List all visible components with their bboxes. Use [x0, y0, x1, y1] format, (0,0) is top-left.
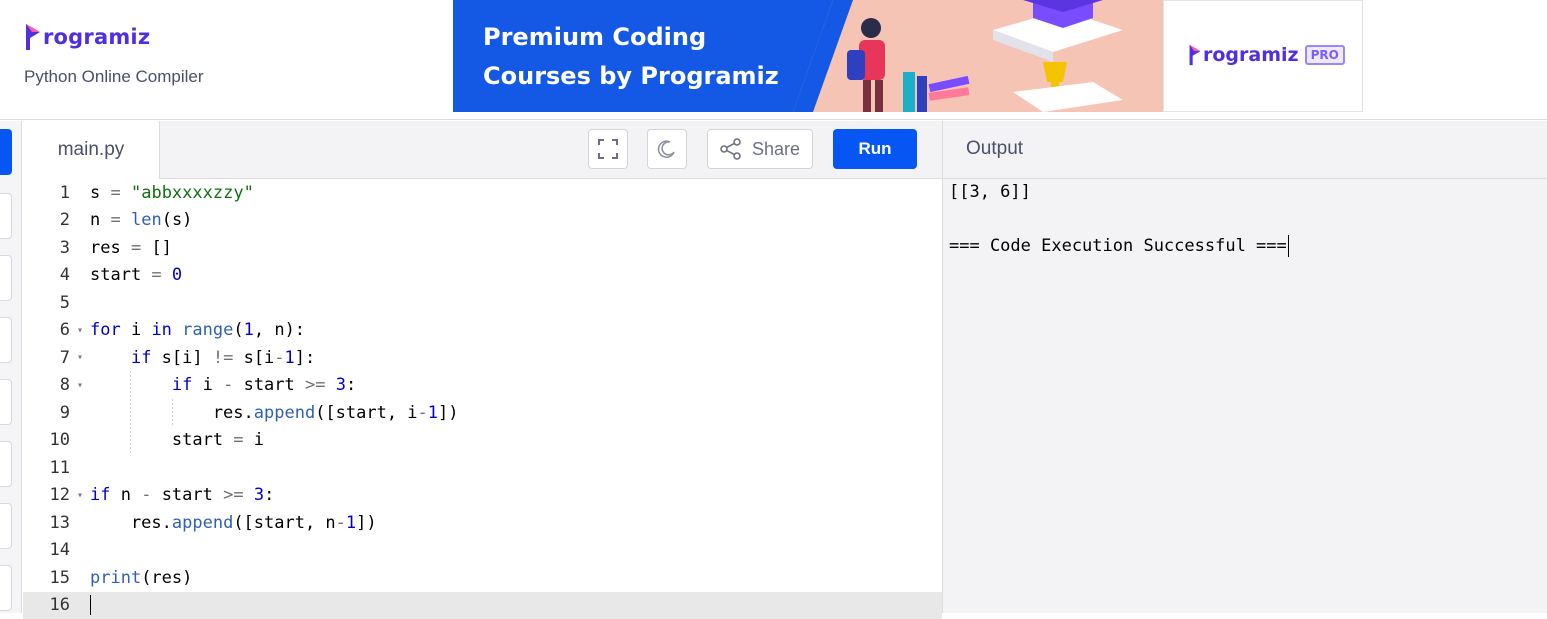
- code-text: res.append([start, i-1]): [90, 403, 459, 423]
- banner-pro-area: rogramiz PRO: [1163, 0, 1363, 112]
- line-number: 6: [23, 320, 70, 340]
- code-line: 11: [23, 454, 942, 482]
- line-number: 5: [23, 293, 70, 313]
- sidebar-item[interactable]: [0, 255, 12, 301]
- programiz-logo-icon: [24, 22, 42, 52]
- programiz-pro-logo: rogramiz PRO: [1188, 43, 1345, 67]
- header: rogramiz Python Online Compiler Premium …: [0, 0, 1547, 120]
- code-text: start = 0: [90, 265, 182, 285]
- code-text: n = len(s): [90, 210, 192, 230]
- line-number: 11: [23, 458, 70, 478]
- code-text: if s[i] != s[i-1]:: [90, 348, 315, 368]
- fullscreen-icon: [597, 138, 619, 160]
- fold-arrow-icon[interactable]: ▾: [70, 380, 90, 391]
- moon-icon: [657, 139, 677, 159]
- share-button[interactable]: Share: [707, 129, 813, 169]
- code-line: 10 start = i: [23, 427, 942, 455]
- indent-guide: [130, 371, 131, 454]
- code-line: 13 res.append([start, n-1]): [23, 509, 942, 537]
- line-number: 1: [23, 183, 70, 203]
- code-line: 14: [23, 537, 942, 565]
- text-cursor: [90, 595, 91, 615]
- output-cursor: [1288, 235, 1289, 257]
- page-subtitle: Python Online Compiler: [24, 67, 204, 87]
- code-text: print(res): [90, 568, 192, 588]
- code-line: 3 res = []: [23, 234, 942, 262]
- banner-text-area: Premium Coding Courses by Programiz: [453, 0, 833, 112]
- code-line: 9 res.append([start, i-1]): [23, 399, 942, 427]
- line-number: 14: [23, 540, 70, 560]
- line-number: 3: [23, 238, 70, 258]
- code-text: if n - start >= 3:: [90, 485, 274, 505]
- banner-line-2: Courses by Programiz: [483, 57, 779, 96]
- sidebar-item[interactable]: [0, 193, 12, 239]
- code-text: res = []: [90, 238, 172, 258]
- ad-banner[interactable]: Premium Coding Courses by Programiz: [453, 0, 1363, 112]
- line-number: 13: [23, 513, 70, 533]
- pro-logo-text: rogramiz: [1203, 44, 1299, 66]
- fold-arrow-icon[interactable]: ▾: [70, 325, 90, 336]
- sidebar-item[interactable]: [0, 441, 12, 487]
- code-line: 6▾ for i in range(1, n):: [23, 317, 942, 345]
- language-sidebar: [0, 121, 22, 613]
- programiz-logo[interactable]: rogramiz: [24, 22, 150, 52]
- code-line: 8▾ if i - start >= 3:: [23, 372, 942, 400]
- code-line-active: 16: [23, 592, 942, 619]
- code-line: 1 s = "abbxxxxzzy": [23, 179, 942, 207]
- code-text: res.append([start, n-1]): [90, 513, 377, 533]
- code-line: 2 n = len(s): [23, 207, 942, 235]
- sidebar-item[interactable]: [0, 503, 12, 549]
- line-number: 16: [23, 595, 70, 615]
- fold-arrow-icon[interactable]: ▾: [70, 352, 90, 363]
- banner-illustration: [793, 0, 1163, 112]
- sidebar-item-python[interactable]: [0, 129, 12, 175]
- pro-badge: PRO: [1305, 45, 1345, 65]
- output-title: Output: [966, 138, 1023, 160]
- code-line: 12▾ if n - start >= 3:: [23, 482, 942, 510]
- sidebar-item[interactable]: [0, 379, 12, 425]
- code-text: start = i: [90, 430, 264, 450]
- line-number: 4: [23, 265, 70, 285]
- code-line: 15 print(res): [23, 564, 942, 592]
- code-line: 5: [23, 289, 942, 317]
- banner-line-1: Premium Coding: [483, 18, 779, 57]
- output-line-status: === Code Execution Successful ===: [949, 235, 1289, 257]
- fullscreen-button[interactable]: [588, 129, 628, 169]
- logo-text: rogramiz: [43, 25, 150, 49]
- run-button[interactable]: Run: [833, 129, 917, 169]
- sidebar-item[interactable]: [0, 317, 12, 363]
- banner-headline: Premium Coding Courses by Programiz: [483, 18, 779, 96]
- code-editor[interactable]: 1 s = "abbxxxxzzy" 2 n = len(s) 3 res = …: [23, 179, 942, 613]
- sidebar-item[interactable]: [0, 565, 12, 611]
- code-text: for i in range(1, n):: [90, 320, 305, 340]
- share-label: Share: [752, 139, 800, 160]
- line-number: 12: [23, 485, 70, 505]
- output-line: [[3, 6]]: [949, 182, 1031, 202]
- output-panel[interactable]: [[3, 6]] === Code Execution Successful =…: [942, 179, 1547, 613]
- line-number: 15: [23, 568, 70, 588]
- dark-mode-button[interactable]: [647, 129, 687, 169]
- line-number: 7: [23, 348, 70, 368]
- tab-main-py[interactable]: main.py: [23, 121, 160, 179]
- line-number: 10: [23, 430, 70, 450]
- output-status-text: === Code Execution Successful ===: [949, 236, 1287, 256]
- share-icon: [720, 138, 742, 160]
- code-text: s = "abbxxxxzzy": [90, 183, 254, 203]
- line-number: 9: [23, 403, 70, 423]
- programiz-pro-logo-icon: [1188, 43, 1202, 67]
- code-line: 4 start = 0: [23, 262, 942, 290]
- line-number: 2: [23, 210, 70, 230]
- output-header: Output: [942, 121, 1547, 179]
- editor-toolbar: main.py Share Run: [23, 121, 942, 179]
- code-line: 7▾ if s[i] != s[i-1]:: [23, 344, 942, 372]
- indent-guide: [172, 399, 173, 426]
- fold-arrow-icon[interactable]: ▾: [70, 490, 90, 501]
- line-number: 8: [23, 375, 70, 395]
